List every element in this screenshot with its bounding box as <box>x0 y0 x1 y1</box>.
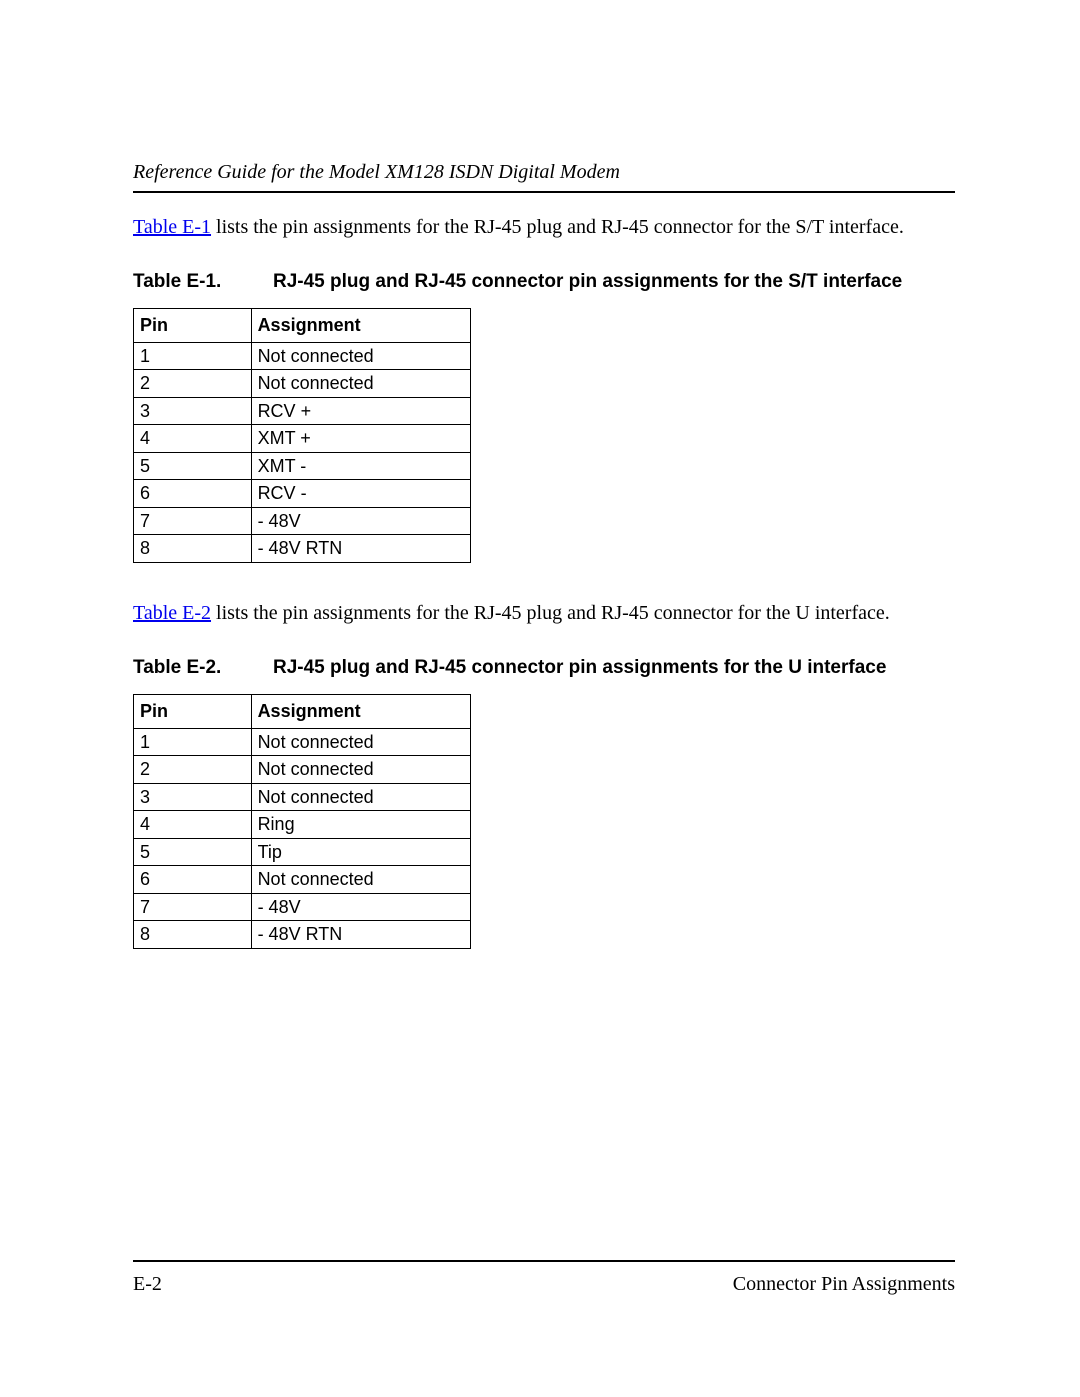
table-row: 8- 48V RTN <box>134 921 471 949</box>
intro-paragraph-2: Table E-2 lists the pin assignments for … <box>133 601 955 626</box>
cell-assignment: Tip <box>251 838 470 866</box>
cell-assignment: XMT + <box>251 425 470 453</box>
col-header-assignment: Assignment <box>251 308 470 342</box>
table-row: 7- 48V <box>134 893 471 921</box>
page: Reference Guide for the Model XM128 ISDN… <box>0 0 1080 1397</box>
table-e1-title: RJ-45 plug and RJ-45 connector pin assig… <box>273 271 902 292</box>
header-rule <box>133 191 955 193</box>
table-e2-body: 1Not connected2Not connected3Not connect… <box>134 728 471 948</box>
table-row: 2Not connected <box>134 370 471 398</box>
page-number: E-2 <box>133 1272 162 1297</box>
cell-pin: 4 <box>134 811 252 839</box>
table-row: 8- 48V RTN <box>134 535 471 563</box>
col-header-assignment: Assignment <box>251 694 470 728</box>
cell-pin: 5 <box>134 452 252 480</box>
spacer <box>133 563 955 601</box>
cell-assignment: Not connected <box>251 342 470 370</box>
table-e1-caption: Table E-1.RJ-45 plug and RJ-45 connector… <box>133 270 955 294</box>
cell-assignment: XMT - <box>251 452 470 480</box>
cell-assignment: - 48V RTN <box>251 535 470 563</box>
cell-pin: 1 <box>134 728 252 756</box>
table-row: 5Tip <box>134 838 471 866</box>
cell-assignment: Not connected <box>251 370 470 398</box>
page-footer: E-2 Connector Pin Assignments <box>133 1260 955 1297</box>
cell-pin: 7 <box>134 893 252 921</box>
cell-pin: 7 <box>134 507 252 535</box>
table-row: 3RCV + <box>134 397 471 425</box>
table-e1-label: Table E-1. <box>133 270 273 294</box>
cell-pin: 6 <box>134 866 252 894</box>
intro-paragraph-2-text: lists the pin assignments for the RJ-45 … <box>211 602 890 624</box>
cell-assignment: RCV + <box>251 397 470 425</box>
table-header-row: Pin Assignment <box>134 308 471 342</box>
footer-section-title: Connector Pin Assignments <box>733 1272 955 1297</box>
table-e2-caption: Table E-2.RJ-45 plug and RJ-45 connector… <box>133 656 955 680</box>
cell-pin: 3 <box>134 783 252 811</box>
cell-assignment: Not connected <box>251 866 470 894</box>
table-e2: Pin Assignment 1Not connected2Not connec… <box>133 694 471 949</box>
table-row: 7- 48V <box>134 507 471 535</box>
cell-pin: 3 <box>134 397 252 425</box>
cell-pin: 5 <box>134 838 252 866</box>
table-row: 4XMT + <box>134 425 471 453</box>
footer-rule <box>133 1260 955 1262</box>
table-row: 4Ring <box>134 811 471 839</box>
cell-assignment: - 48V <box>251 507 470 535</box>
intro-paragraph-1: Table E-1 lists the pin assignments for … <box>133 215 955 240</box>
cell-pin: 8 <box>134 535 252 563</box>
cell-assignment: Not connected <box>251 756 470 784</box>
cell-assignment: RCV - <box>251 480 470 508</box>
xref-table-e1[interactable]: Table E-1 <box>133 216 211 238</box>
table-e1: Pin Assignment 1Not connected2Not connec… <box>133 308 471 563</box>
col-header-pin: Pin <box>134 694 252 728</box>
table-row: 6RCV - <box>134 480 471 508</box>
table-row: 1Not connected <box>134 728 471 756</box>
cell-pin: 2 <box>134 370 252 398</box>
cell-assignment: Ring <box>251 811 470 839</box>
table-row: 6Not connected <box>134 866 471 894</box>
cell-pin: 6 <box>134 480 252 508</box>
cell-pin: 1 <box>134 342 252 370</box>
cell-assignment: Not connected <box>251 783 470 811</box>
table-row: 1Not connected <box>134 342 471 370</box>
table-row: 2Not connected <box>134 756 471 784</box>
cell-assignment: Not connected <box>251 728 470 756</box>
intro-paragraph-1-text: lists the pin assignments for the RJ-45 … <box>211 216 904 238</box>
table-row: 3Not connected <box>134 783 471 811</box>
cell-pin: 8 <box>134 921 252 949</box>
table-header-row: Pin Assignment <box>134 694 471 728</box>
xref-table-e2[interactable]: Table E-2 <box>133 602 211 624</box>
cell-pin: 2 <box>134 756 252 784</box>
cell-assignment: - 48V RTN <box>251 921 470 949</box>
cell-assignment: - 48V <box>251 893 470 921</box>
table-e2-title: RJ-45 plug and RJ-45 connector pin assig… <box>273 657 886 678</box>
col-header-pin: Pin <box>134 308 252 342</box>
cell-pin: 4 <box>134 425 252 453</box>
table-row: 5XMT - <box>134 452 471 480</box>
running-header-title: Reference Guide for the Model XM128 ISDN… <box>133 160 955 185</box>
table-e2-label: Table E-2. <box>133 656 273 680</box>
table-e1-body: 1Not connected2Not connected3RCV +4XMT +… <box>134 342 471 562</box>
